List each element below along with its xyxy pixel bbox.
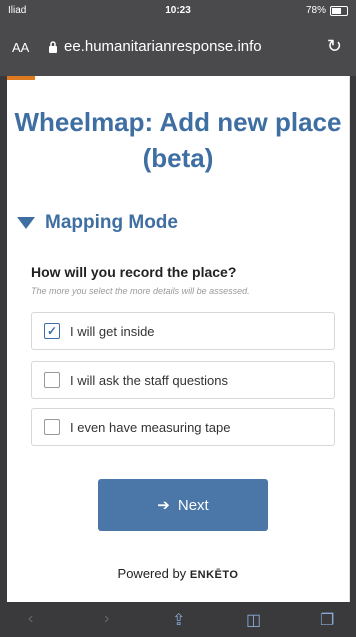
reader-settings-button[interactable]: AA (12, 40, 29, 55)
collapse-triangle-icon[interactable] (17, 217, 35, 229)
battery-level (332, 7, 342, 14)
powered-by: Powered by ENKĒTO (7, 566, 349, 581)
forward-icon[interactable]: › (104, 610, 109, 628)
reload-icon[interactable]: ↻ (327, 36, 342, 57)
share-icon[interactable]: ⇪ (172, 610, 185, 630)
form-title: Wheelmap: Add new place (beta) (14, 107, 342, 173)
browser-url-bar: AA ee.humanitarianresponse.info ↻ (0, 24, 356, 76)
enketo-logo: ENKĒTO (189, 569, 239, 581)
option-label: I will ask the staff questions (70, 372, 229, 388)
tabs-icon[interactable]: ❐ (320, 610, 334, 630)
form-page: Wheelmap: Add new place (beta) Mapping M… (7, 76, 350, 602)
question-label: How will you record the place? (31, 264, 237, 280)
back-icon[interactable]: ‹ (28, 610, 33, 628)
address-field[interactable]: ee.humanitarianresponse.info (48, 38, 262, 55)
option-get-inside[interactable]: ✓ I will get inside (31, 312, 335, 350)
arrow-right-icon: ➔ (157, 497, 170, 514)
question-hint: The more you select the more details wil… (31, 286, 250, 296)
section-header-mapping-mode[interactable]: Mapping Mode (17, 212, 178, 234)
option-measuring-tape[interactable]: I even have measuring tape (31, 408, 335, 446)
checkbox[interactable] (44, 372, 60, 388)
next-button[interactable]: ➔ Next (98, 479, 268, 531)
url-text: ee.humanitarianresponse.info (64, 38, 262, 55)
battery-icon (330, 5, 348, 16)
section-title: Mapping Mode (45, 212, 178, 233)
checkbox[interactable] (44, 419, 60, 435)
option-ask-staff[interactable]: I will ask the staff questions (31, 361, 335, 399)
powered-by-text: Powered by (117, 566, 187, 581)
status-bar: Iliad 10:23 78% (0, 0, 356, 24)
accent-line (7, 76, 35, 80)
battery-percent: 78% (305, 5, 326, 16)
option-label: I even have measuring tape (70, 419, 231, 435)
next-label: Next (177, 496, 209, 514)
clock: 10:23 (165, 5, 191, 16)
option-label: I will get inside (70, 323, 155, 339)
checkbox[interactable]: ✓ (44, 323, 60, 339)
lock-icon (49, 40, 57, 53)
browser-toolbar: ‹ › ⇪ ◫ ❐ (0, 602, 356, 637)
battery-indicator: 78% (306, 5, 348, 16)
bookmarks-icon[interactable]: ◫ (246, 610, 261, 630)
